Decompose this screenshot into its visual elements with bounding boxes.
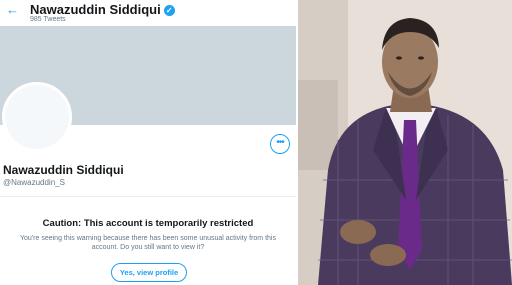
- more-options-icon[interactable]: •••: [270, 134, 290, 154]
- twitter-profile-panel: ← Nawazuddin Siddiqui ✓ 985 Tweets ••• Na…: [0, 0, 296, 285]
- portrait-illustration: [298, 0, 512, 285]
- profile-handle: @Nawazuddin_S: [3, 178, 65, 187]
- profile-header: ← Nawazuddin Siddiqui ✓ 985 Tweets: [0, 0, 296, 24]
- divider: [0, 196, 296, 197]
- restriction-title: Caution: This account is temporarily res…: [42, 218, 254, 229]
- header-name: Nawazuddin Siddiqui ✓: [30, 2, 175, 17]
- portrait-photo: [298, 0, 512, 285]
- tweet-count: 985 Tweets: [30, 16, 66, 23]
- verified-badge-icon: ✓: [163, 5, 175, 16]
- avatar[interactable]: [2, 82, 72, 152]
- back-arrow-icon[interactable]: ←: [6, 3, 19, 16]
- profile-name: Nawazuddin Siddiqui: [3, 163, 124, 177]
- restriction-message: You're seeing this warning because there…: [20, 235, 276, 251]
- view-profile-button[interactable]: Yes, view profile: [111, 263, 187, 282]
- header-name-text: Nawazuddin Siddiqui: [30, 2, 161, 17]
